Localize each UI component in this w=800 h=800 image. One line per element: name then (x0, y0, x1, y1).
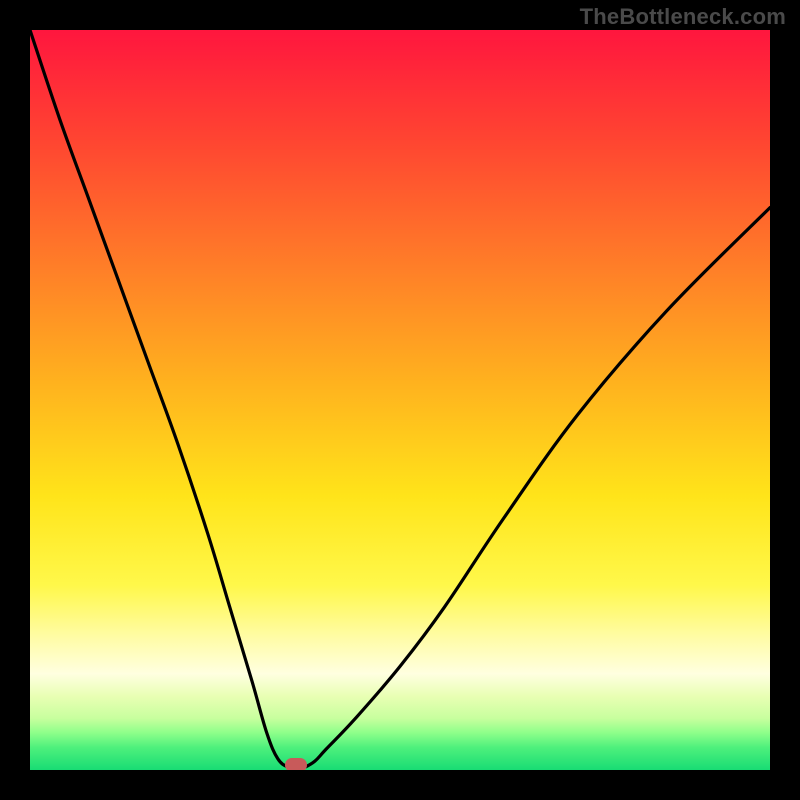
bottleneck-curve (30, 30, 770, 770)
plot-area (30, 30, 770, 770)
optimal-point-marker (285, 758, 307, 770)
watermark-text: TheBottleneck.com (580, 4, 786, 30)
curve-svg (30, 30, 770, 770)
chart-container: TheBottleneck.com (0, 0, 800, 800)
